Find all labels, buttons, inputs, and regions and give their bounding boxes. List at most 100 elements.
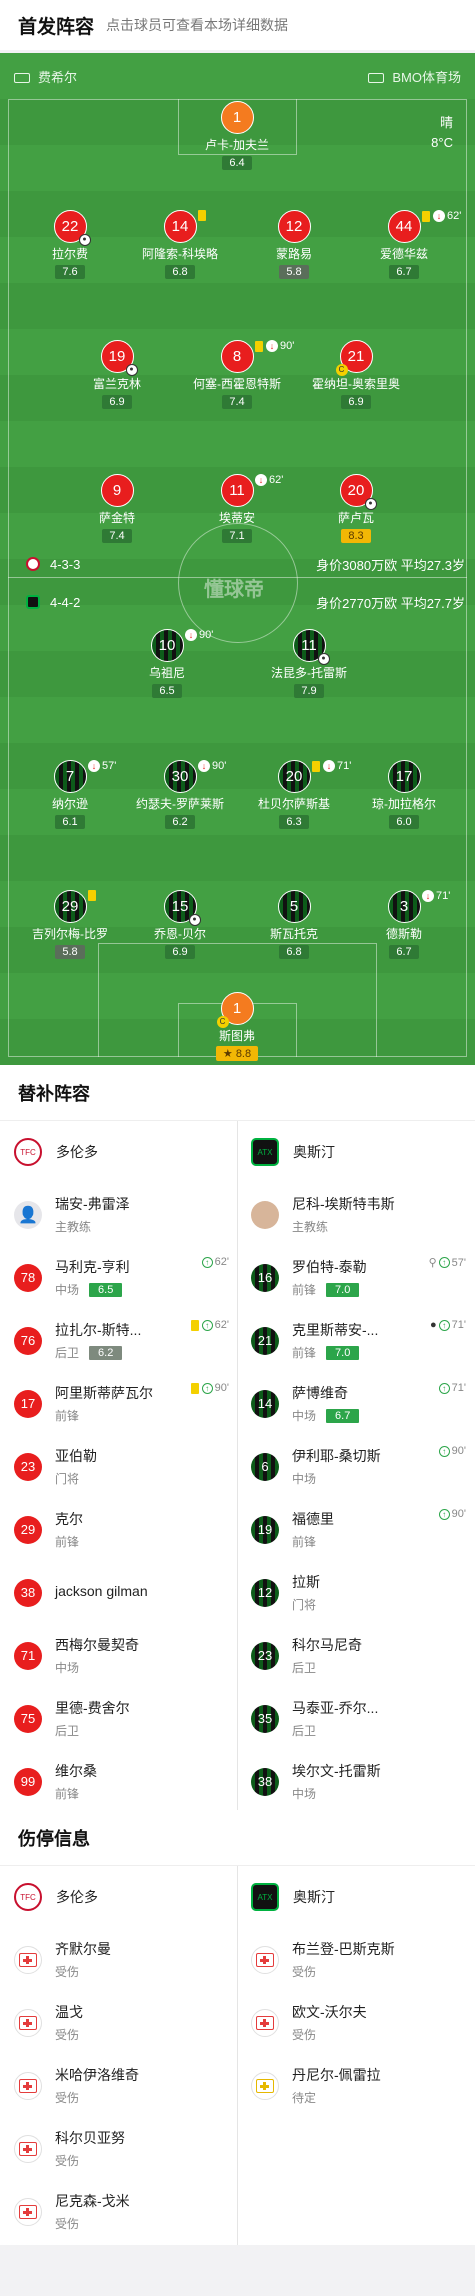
away-player-11[interactable]: 11 ● 法昆多-托雷斯 7.9 [249, 629, 369, 699]
sub-number: 35 [251, 1704, 279, 1733]
player-number: 14 [163, 210, 197, 243]
injury-row[interactable]: 丹尼尔-佩雷拉 待定 [237, 2054, 474, 2117]
sub-number: 19 [251, 1515, 279, 1544]
home-player-gk[interactable]: 1 卢卡-加夫兰 6.4 [177, 101, 297, 171]
home-sub-row[interactable]: 76 拉扎尔-斯特... 后卫 6.2 ↑ 62' [0, 1309, 237, 1372]
injury-row[interactable]: 米哈伊洛维奇 受伤 [0, 2054, 237, 2117]
stadium-icon [368, 73, 385, 84]
away-sub-row[interactable]: 38 埃尔文-托雷斯 中场 [237, 1750, 474, 1813]
away-sub-row[interactable]: 16 罗伯特-泰勒 前锋 7.0 ⚲ ↑ 57' [237, 1246, 474, 1309]
austin-logo-icon: ATX [251, 1883, 279, 1911]
player-rating: 6.9 [165, 945, 195, 959]
home-squad-stats: 身价3080万欧 平均27.3岁 [316, 557, 465, 573]
injury-row[interactable]: 欧文-沃尔夫 受伤 [237, 1991, 474, 2054]
injury-away-team[interactable]: ATX 奥斯汀 [237, 1866, 335, 1928]
away-sub-row[interactable]: 19 福德里 前锋 ↑ 90' [237, 1498, 474, 1561]
home-player-14[interactable]: 14 阿隆索-科埃略 6.8 [120, 210, 240, 280]
sub-events: ↑ 90' [190, 1382, 229, 1394]
subs-home-team[interactable]: TFC 多伦多 [0, 1121, 98, 1183]
away-sub-row[interactable]: 14 萨博维奇 中场 6.7 ↑ 71' [237, 1372, 474, 1435]
away-player-gk[interactable]: 1C 斯图弗 ★ 8.8 [177, 992, 297, 1062]
yellow-card-icon [190, 1319, 199, 1331]
away-player-15[interactable]: 15 ● 乔恩-贝尔 6.9 [120, 890, 240, 960]
sub-events: ↑ 62' [190, 1319, 229, 1331]
home-sub-row[interactable]: 17 阿里斯蒂萨瓦尔 前锋 ↑ 90' [0, 1372, 237, 1435]
player-number: 5 [277, 890, 311, 923]
player-number: 17 [387, 760, 421, 793]
injury-row[interactable]: 科尔贝亚努 受伤 [0, 2117, 237, 2180]
home-sub-row[interactable]: 29 克尔 前锋 [0, 1498, 237, 1561]
injury-row[interactable]: 布兰登-巴斯克斯 受伤 [237, 1928, 474, 1991]
away-player-5[interactable]: 5 斯瓦托克 6.8 [234, 890, 354, 960]
page-subtitle: 点击球员可查看本场详细数据 [106, 17, 289, 33]
goal-ball-icon: ● [364, 498, 377, 510]
away-player-17[interactable]: 17 琼-加拉格尔 6.0 [344, 760, 464, 830]
injury-home-team[interactable]: TFC 多伦多 [0, 1866, 98, 1928]
injury-row[interactable]: 齐默尔曼 受伤 [0, 1928, 237, 1991]
sub-position: 前锋 [292, 1346, 317, 1360]
pitch-team-bar: 费希尔 BMO体育场 [0, 53, 475, 99]
team-name: 多伦多 [56, 1889, 98, 1905]
coach-info: 尼科-埃斯特韦斯 主教练 [292, 1194, 395, 1235]
home-sub-row[interactable]: 99 维尔桑 前锋 [0, 1750, 237, 1813]
player-number: 20 ● [339, 474, 377, 510]
injury-info: 齐默尔曼 受伤 [55, 1939, 111, 1980]
injury-row[interactable]: 温戈 受伤 [0, 1991, 237, 2054]
player-number: 1 [220, 101, 254, 134]
home-player-20[interactable]: 20 ● 萨卢瓦 8.3 [296, 474, 416, 544]
home-player-9[interactable]: 9 萨金特 7.4 [57, 474, 177, 544]
home-sub-row[interactable]: 23 亚伯勒 门将 [0, 1435, 237, 1498]
home-player-44[interactable]: 44 ↓ 62' 爱德华兹 6.7 [344, 210, 464, 280]
home-stadium: 费希尔 [14, 67, 77, 86]
injured-player-name: 布兰登-巴斯克斯 [292, 1941, 395, 1957]
away-coach[interactable]: 尼科-埃斯特韦斯 主教练 [237, 1183, 474, 1246]
austin-logo-icon: ATX [251, 1138, 279, 1166]
away-sub-row[interactable]: 35 马泰亚-乔尔... 后卫 [237, 1687, 474, 1750]
home-player-12[interactable]: 12 蒙路易 5.8 [234, 210, 354, 280]
away-player-29[interactable]: 29 吉列尔梅-比罗 5.8 [10, 890, 130, 960]
away-player-10[interactable]: 10 ↓ 90' 乌祖尼 6.5 [107, 629, 227, 699]
subs-away-team[interactable]: ATX 奥斯汀 [237, 1121, 335, 1183]
injury-row[interactable]: 尼克森-戈米 受伤 [0, 2180, 237, 2243]
away-sub-row[interactable]: 6 伊利耶-桑切斯 中场 ↑ 90' [237, 1435, 474, 1498]
injury-info: 米哈伊洛维奇 受伤 [55, 2065, 139, 2106]
sub-out-icon: ↓ [185, 629, 197, 641]
home-sub-row[interactable]: 78 马利克-亨利 中场 6.5 ↑ 62' [0, 1246, 237, 1309]
home-player-8[interactable]: 8 ↓ 90' 何塞-西霍恩特斯 7.4 [177, 340, 297, 410]
injury-status: 受伤 [55, 1965, 80, 1979]
sub-info: 福德里 前锋 [292, 1509, 334, 1550]
player-name: 德斯勒 [385, 927, 422, 941]
player-number: 11 [220, 474, 254, 507]
player-name: 蒙路易 [275, 247, 312, 261]
player-rating: 6.9 [102, 395, 132, 409]
injury-status: 受伤 [292, 1965, 317, 1979]
home-player-21[interactable]: 21 C 霍纳坦-奥索里奥 6.9 [296, 340, 416, 410]
home-coach[interactable]: 👤 瑞安-弗雷泽 主教练 [0, 1183, 237, 1246]
player-events: ↓ 90' [255, 340, 294, 352]
home-sub-row[interactable]: 75 里德-费舍尔 后卫 [0, 1687, 237, 1750]
sub-info: 伊利耶-桑切斯 中场 [292, 1446, 381, 1487]
sub-name: 拉斯 [292, 1574, 320, 1590]
away-player-3[interactable]: 3 ↓ 71' 德斯勒 6.7 [344, 890, 464, 960]
sub-rating: 7.0 [326, 1282, 360, 1297]
player-number: 9 [100, 474, 134, 507]
home-sub-row[interactable]: 38 jackson gilman [0, 1561, 237, 1624]
away-player-20[interactable]: 20 ↓ 71' 杜贝尔萨斯基 6.3 [234, 760, 354, 830]
away-sub-row[interactable]: 21 克里斯蒂安-... 前锋 7.0 ● ↑ 71' [237, 1309, 474, 1372]
venue: BMO体育场 [368, 67, 461, 86]
home-sub-row[interactable]: 71 西梅尔曼契奇 中场 [0, 1624, 237, 1687]
player-events [88, 890, 99, 901]
sub-position: 中场 [292, 1787, 317, 1801]
sub-out-icon: ↓ [323, 760, 335, 772]
home-player-22[interactable]: 22 ● 拉尔费 7.6 [10, 210, 130, 280]
home-player-19[interactable]: 19 ● 富兰克林 6.9 [57, 340, 177, 410]
yellow-card-icon [422, 210, 430, 222]
away-player-30[interactable]: 30 ↓ 90' 约瑟夫-罗萨莱斯 6.2 [120, 760, 240, 830]
player-rating: 6.5 [152, 684, 182, 698]
home-player-11[interactable]: 11 ↓ 62' 埃蒂安 7.1 [177, 474, 297, 544]
away-player-7[interactable]: 7 ↓ 57' 纳尔逊 6.1 [10, 760, 130, 830]
away-sub-row[interactable]: 12 拉斯 门将 [237, 1561, 474, 1624]
sub-position: 后卫 [292, 1724, 317, 1738]
away-sub-row[interactable]: 23 科尔马尼奇 后卫 [237, 1624, 474, 1687]
injury-status: 待定 [292, 2091, 317, 2105]
